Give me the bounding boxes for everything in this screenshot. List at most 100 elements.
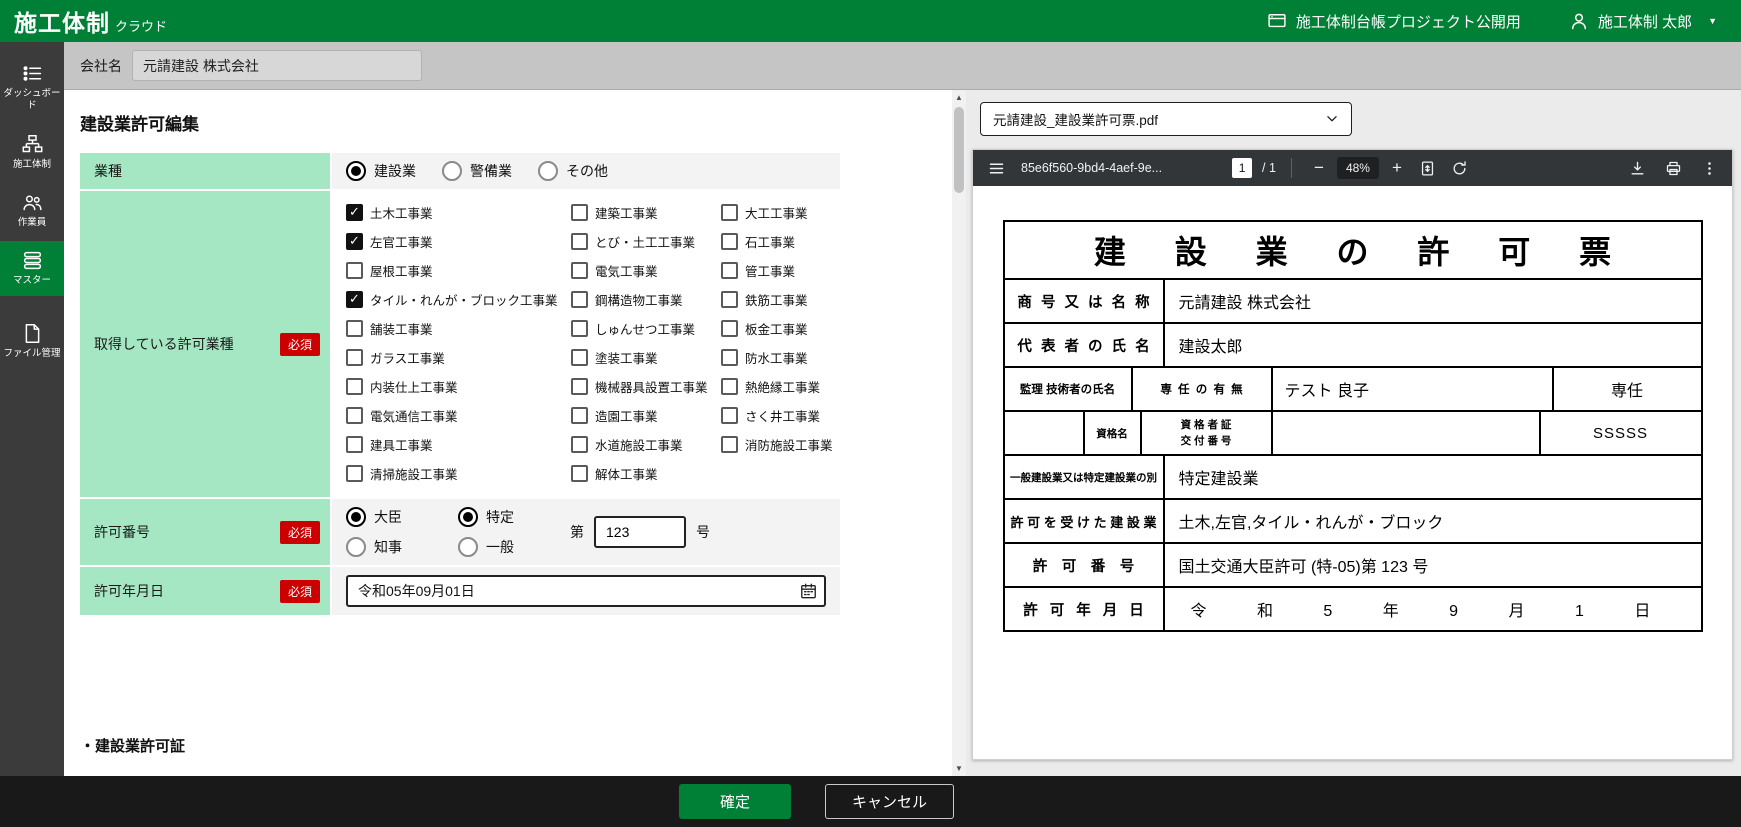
licenses-column-3: 大工工事業 石工事業 管工事業 鉄筋工事業 板金工事業 防水工事業 熱絶縁工事業…	[721, 203, 861, 464]
scrollbar-thumb[interactable]	[954, 107, 964, 193]
footer-bar: 確定 キャンセル	[0, 776, 1741, 827]
sidebar-item-workers[interactable]: 作業員	[0, 183, 64, 237]
checkbox-label: 屋根工事業	[370, 264, 433, 279]
checkbox-label: 鉄筋工事業	[745, 293, 808, 308]
file-icon	[25, 323, 39, 343]
industry-radio-option[interactable]: その他	[538, 161, 608, 181]
minister-radio-option[interactable]: 知事	[346, 537, 402, 557]
license-checkbox[interactable]: タイル・れんが・ブロック工事業	[346, 290, 571, 308]
license-checkbox[interactable]: 電気工事業	[571, 261, 721, 279]
page-number-input[interactable]: 1	[1232, 158, 1253, 178]
scrollbar-up-arrow[interactable]: ▲	[952, 90, 966, 105]
print-icon[interactable]	[1660, 155, 1686, 181]
checkbox-label: 消防施設工事業	[745, 438, 833, 453]
license-checkbox[interactable]: 電気通信工事業	[346, 406, 571, 424]
license-checkbox[interactable]: 造園工事業	[571, 406, 721, 424]
radio-label: 知事	[374, 539, 402, 555]
checkbox-icon	[346, 406, 363, 424]
zoom-in-button[interactable]: +	[1385, 156, 1409, 180]
license-checkbox[interactable]: 舗装工事業	[346, 319, 571, 337]
license-checkbox[interactable]: 消防施設工事業	[721, 435, 861, 453]
radio-icon	[442, 161, 462, 181]
license-checkbox[interactable]: 建築工事業	[571, 203, 721, 221]
radio-label: 大臣	[374, 509, 402, 525]
sidebar-item-dashboard[interactable]: ダッシュボード	[0, 54, 64, 121]
checkbox-label: とび・土工工事業	[595, 235, 696, 250]
license-checkbox[interactable]: 塗装工事業	[571, 348, 721, 366]
checkbox-icon	[571, 435, 588, 453]
license-checkbox[interactable]: 板金工事業	[721, 319, 861, 337]
permit-number-row-label: 許可番号 必須	[80, 499, 330, 565]
licenses-row-label: 取得している許可業種 必須	[80, 191, 330, 497]
license-checkbox[interactable]: 水道施設工事業	[571, 435, 721, 453]
license-checkbox[interactable]: 左官工事業	[346, 232, 571, 250]
workers-icon	[22, 195, 42, 211]
type-radio-option[interactable]: 特定	[458, 507, 514, 527]
minister-radio-option[interactable]: 大臣	[346, 507, 402, 527]
license-checkbox[interactable]: 防水工事業	[721, 348, 861, 366]
checkbox-label: 防水工事業	[745, 351, 808, 366]
sidebar-item-files[interactable]: ファイル管理	[0, 314, 64, 368]
rotate-icon[interactable]	[1447, 155, 1473, 181]
zoom-out-button[interactable]: −	[1307, 156, 1331, 180]
minister-radio-group: 大臣 知事	[346, 507, 402, 557]
checkbox-icon	[346, 290, 363, 308]
checkbox-icon	[571, 261, 588, 279]
license-checkbox[interactable]: 屋根工事業	[346, 261, 571, 279]
permit-edit-form: 建設業許可編集 業種 建設業 警備業 その他 取得している許可業種 必須 ✓ 土…	[64, 90, 952, 776]
license-checkbox[interactable]: 建具工事業	[346, 435, 571, 453]
permit-date-row-label: 許可年月日 必須	[80, 567, 330, 615]
sheet-value: 建設太郎	[1178, 339, 1243, 356]
form-scrollbar[interactable]: ▲ ▼	[952, 90, 966, 776]
user-menu[interactable]: 施工体制 太郎 ▼	[1569, 11, 1717, 32]
more-options-icon[interactable]	[1696, 155, 1722, 181]
checkbox-icon	[571, 319, 588, 337]
app-logo[interactable]: 施工体制 クラウド	[14, 4, 167, 38]
pdf-file-select[interactable]: 元請建設_建設業許可票.pdf	[980, 102, 1352, 136]
license-checkbox[interactable]: 土木工事業	[346, 203, 571, 221]
license-checkbox[interactable]: とび・土工工事業	[571, 232, 721, 250]
download-icon[interactable]	[1624, 155, 1650, 181]
radio-label: 建設業	[374, 163, 416, 179]
checkbox-label: 大工工事業	[745, 206, 808, 221]
checkbox-label: さく井工事業	[745, 409, 821, 424]
sidebar-item-label: 作業員	[17, 217, 47, 229]
checkbox-icon	[721, 319, 738, 337]
industry-row-label: 業種	[80, 153, 330, 189]
type-radio-option[interactable]: 一般	[458, 537, 514, 557]
checkbox-label: 管工事業	[745, 264, 796, 279]
permit-date-input[interactable]	[346, 575, 826, 607]
license-checkbox[interactable]: さく井工事業	[721, 406, 861, 424]
confirm-button[interactable]: 確定	[678, 784, 791, 819]
checkbox-icon	[346, 232, 363, 250]
checkbox-label: 電気工事業	[595, 264, 658, 279]
company-name-input[interactable]	[132, 50, 422, 81]
calendar-icon[interactable]	[800, 583, 817, 600]
license-checkbox[interactable]: 大工工事業	[721, 203, 861, 221]
company-bar: 会社名	[64, 42, 1741, 90]
sidebar-item-organization[interactable]: 施工体制	[0, 125, 64, 179]
permit-number-input[interactable]	[594, 516, 686, 548]
license-checkbox[interactable]: 解体工事業	[571, 464, 721, 482]
toolbar-divider	[1290, 158, 1292, 178]
license-checkbox[interactable]: 内装仕上工事業	[346, 377, 571, 395]
sidebar-item-master[interactable]: マスター	[0, 241, 64, 296]
license-checkbox[interactable]: 鉄筋工事業	[721, 290, 861, 308]
project-selector[interactable]: 施工体制台帳プロジェクト公開用	[1267, 11, 1521, 32]
cancel-button[interactable]: キャンセル	[824, 784, 954, 819]
license-checkbox[interactable]: ガラス工事業	[346, 348, 571, 366]
sidebar-divider	[0, 300, 64, 314]
fit-page-icon[interactable]	[1415, 155, 1441, 181]
license-checkbox[interactable]: しゅんせつ工事業	[571, 319, 721, 337]
licenses-column-2: 建築工事業 とび・土工工事業 電気工事業 鋼構造物工事業 しゅんせつ工事業 塗装…	[571, 203, 721, 493]
industry-radio-option[interactable]: 建設業	[346, 161, 416, 181]
license-checkbox[interactable]: 清掃施設工事業	[346, 464, 571, 482]
license-checkbox[interactable]: 熱絶縁工事業	[721, 377, 861, 395]
license-checkbox[interactable]: 石工事業	[721, 232, 861, 250]
license-checkbox[interactable]: 機械器具設置工事業	[571, 377, 721, 395]
license-checkbox[interactable]: 管工事業	[721, 261, 861, 279]
scrollbar-down-arrow[interactable]: ▼	[952, 761, 966, 776]
license-checkbox[interactable]: 鋼構造物工事業	[571, 290, 721, 308]
industry-radio-option[interactable]: 警備業	[442, 161, 512, 181]
menu-icon[interactable]	[983, 155, 1009, 181]
